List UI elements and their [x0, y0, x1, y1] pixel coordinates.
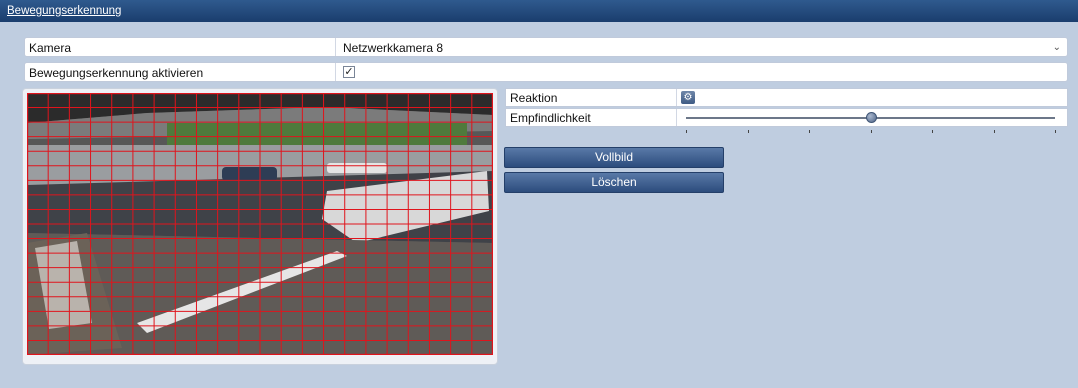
- sensitivity-slider[interactable]: [686, 112, 1056, 133]
- video-panel: [22, 88, 498, 365]
- fullscreen-button[interactable]: Vollbild: [504, 147, 724, 168]
- slider-tick: [747, 130, 749, 133]
- slider-tick: [1055, 130, 1056, 133]
- slider-tick: [993, 130, 995, 133]
- row-divider: [335, 38, 336, 56]
- sensitivity-row: Empfindlichkeit: [505, 108, 1068, 133]
- camera-row[interactable]: Kamera Netzwerkkamera 8 ⌄: [24, 37, 1068, 57]
- motion-enable-label: Bewegungserkennung aktivieren: [29, 66, 204, 80]
- slider-tick: [932, 130, 933, 133]
- sensitivity-label: Empfindlichkeit: [510, 111, 591, 125]
- row-divider: [676, 109, 677, 126]
- slider-tick: [686, 130, 687, 133]
- slider-tick: [870, 130, 872, 133]
- motion-detection-grid[interactable]: [27, 93, 493, 355]
- camera-select-value[interactable]: Netzwerkkamera 8: [343, 41, 443, 55]
- motion-enable-checkbox[interactable]: ✓: [343, 66, 355, 78]
- camera-preview-with-motion-grid[interactable]: [27, 93, 493, 355]
- sensitivity-slider-handle[interactable]: [865, 112, 877, 123]
- delete-button[interactable]: Löschen: [504, 172, 724, 193]
- title-bar: Bewegungserkennung: [0, 0, 1078, 22]
- reaction-row: Reaktion ⚙: [505, 88, 1068, 107]
- row-divider: [335, 63, 336, 81]
- camera-label: Kamera: [29, 41, 72, 55]
- motion-enable-row: Bewegungserkennung aktivieren ✓: [24, 62, 1068, 82]
- reaction-label: Reaktion: [510, 91, 558, 105]
- gear-icon[interactable]: ⚙: [681, 91, 695, 104]
- row-divider: [676, 89, 677, 106]
- slider-tick: [809, 130, 810, 133]
- chevron-down-icon[interactable]: ⌄: [1053, 42, 1061, 53]
- window-title: Bewegungserkennung: [7, 5, 122, 17]
